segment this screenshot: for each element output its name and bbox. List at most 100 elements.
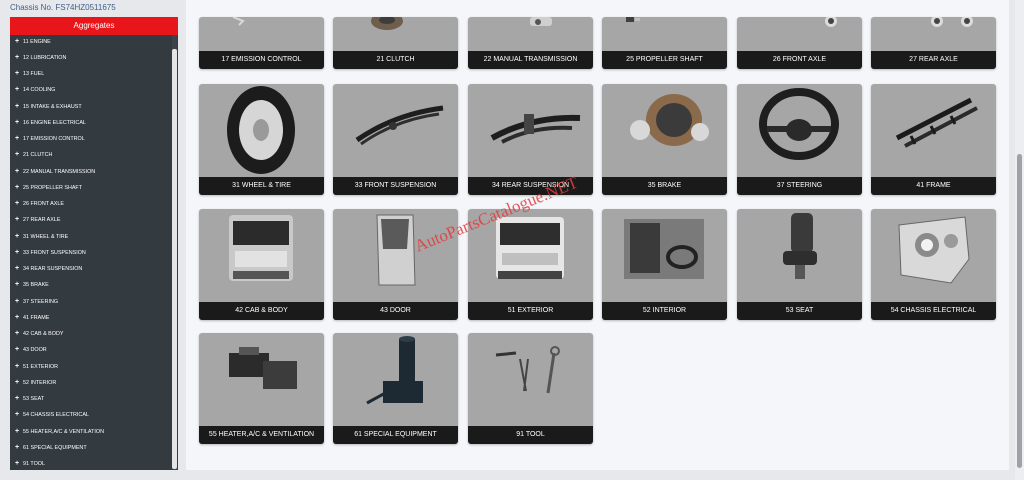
- expand-plus-icon[interactable]: +: [13, 295, 21, 309]
- expand-plus-icon[interactable]: +: [13, 67, 21, 81]
- expand-plus-icon[interactable]: +: [13, 181, 21, 195]
- sidebar-item-label: 27 REAR AXLE: [23, 217, 61, 223]
- sidebar-item-cab-body[interactable]: +42 CAB & BODY: [10, 327, 172, 341]
- sidebar-item-cooling[interactable]: +14 COOLING: [10, 83, 172, 97]
- expand-plus-icon[interactable]: +: [13, 230, 21, 244]
- aggregate-grid: 17 EMISSION CONTROL 21 CLUTCH 22 MANUAL …: [186, 0, 1009, 470]
- sidebar-item-exterior[interactable]: +51 EXTERIOR: [10, 360, 172, 374]
- door-icon: [376, 214, 416, 286]
- tile-label: 21 CLUTCH: [333, 51, 458, 69]
- tile-emission-control[interactable]: 17 EMISSION CONTROL: [199, 17, 324, 69]
- tile-label: 35 BRAKE: [602, 177, 727, 195]
- sidebar-item-steering[interactable]: +37 STEERING: [10, 295, 172, 309]
- tile-label: 54 CHASSIS ELECTRICAL: [871, 302, 996, 320]
- tile-front-axle[interactable]: 26 FRONT AXLE: [737, 17, 862, 69]
- tile-label: 17 EMISSION CONTROL: [199, 51, 324, 69]
- tile-rear-axle[interactable]: 27 REAR AXLE: [871, 17, 996, 69]
- tile-brake[interactable]: 35 BRAKE: [602, 84, 727, 195]
- expand-plus-icon[interactable]: +: [13, 408, 21, 422]
- expand-plus-icon[interactable]: +: [13, 148, 21, 162]
- tile-special-equipment[interactable]: 61 SPECIAL EQUIPMENT: [333, 333, 458, 444]
- tile-clutch[interactable]: 21 CLUTCH: [333, 17, 458, 69]
- sidebar-item-engine[interactable]: +11 ENGINE: [10, 35, 172, 49]
- sidebar-item-rear-suspension[interactable]: +34 REAR SUSPENSION: [10, 262, 172, 276]
- tile-propeller-shaft[interactable]: 25 PROPELLER SHAFT: [602, 17, 727, 69]
- sidebar-item-label: 11 ENGINE: [23, 39, 51, 45]
- expand-plus-icon[interactable]: +: [13, 83, 21, 97]
- expand-plus-icon[interactable]: +: [13, 51, 21, 65]
- sidebar-item-special-equipment[interactable]: +61 SPECIAL EQUIPMENT: [10, 441, 172, 455]
- sidebar-item-propeller-shaft[interactable]: +25 PROPELLER SHAFT: [10, 181, 172, 195]
- wheel-tire-icon: [227, 86, 295, 174]
- tile-interior[interactable]: 52 INTERIOR: [602, 209, 727, 320]
- expand-plus-icon[interactable]: +: [13, 441, 21, 455]
- sidebar-item-door[interactable]: +43 DOOR: [10, 343, 172, 357]
- tile-cab-body[interactable]: 42 CAB & BODY: [199, 209, 324, 320]
- tile-manual-transmission[interactable]: 22 MANUAL TRANSMISSION: [468, 17, 593, 69]
- heater-unit-icon: [229, 347, 297, 389]
- sidebar-item-emission-control[interactable]: +17 EMISSION CONTROL: [10, 132, 172, 146]
- expand-plus-icon[interactable]: +: [13, 392, 21, 406]
- sidebar-item-engine-electrical[interactable]: +16 ENGINE ELECTRICAL: [10, 116, 172, 130]
- sidebar-item-label: 54 CHASSIS ELECTRICAL: [23, 412, 89, 418]
- sidebar-item-front-suspension[interactable]: +33 FRONT SUSPENSION: [10, 246, 172, 260]
- expand-plus-icon[interactable]: +: [13, 327, 21, 341]
- expand-plus-icon[interactable]: +: [13, 100, 21, 114]
- expand-plus-icon[interactable]: +: [13, 457, 21, 470]
- tile-steering[interactable]: 37 STEERING: [737, 84, 862, 195]
- frame-icon: [895, 97, 978, 148]
- expand-plus-icon[interactable]: +: [13, 116, 21, 130]
- expand-plus-icon[interactable]: +: [13, 165, 21, 179]
- main-scrollbar-thumb[interactable]: [1017, 154, 1022, 468]
- sidebar-item-intake-exhaust[interactable]: +15 INTAKE & EXHAUST: [10, 100, 172, 114]
- sidebar-item-label: 43 DOOR: [23, 347, 47, 353]
- sidebar-title: Aggregates: [10, 17, 178, 35]
- cab-body-icon: [229, 215, 293, 281]
- tile-tool[interactable]: 91 TOOL: [468, 333, 593, 444]
- tile-label: 61 SPECIAL EQUIPMENT: [333, 426, 458, 444]
- expand-plus-icon[interactable]: +: [13, 343, 21, 357]
- sidebar-item-interior[interactable]: +52 INTERIOR: [10, 376, 172, 390]
- sidebar-item-label: 15 INTAKE & EXHAUST: [23, 104, 82, 110]
- expand-plus-icon[interactable]: +: [13, 35, 21, 49]
- sidebar-item-seat[interactable]: +53 SEAT: [10, 392, 172, 406]
- expand-plus-icon[interactable]: +: [13, 262, 21, 276]
- expand-plus-icon[interactable]: +: [13, 425, 21, 439]
- sidebar-item-label: 21 CLUTCH: [23, 152, 53, 158]
- sidebar-item-chassis-electrical[interactable]: +54 CHASSIS ELECTRICAL: [10, 408, 172, 422]
- sidebar-item-tool[interactable]: +91 TOOL: [10, 457, 172, 470]
- tile-frame[interactable]: 41 FRAME: [871, 84, 996, 195]
- expand-plus-icon[interactable]: +: [13, 278, 21, 292]
- expand-plus-icon[interactable]: +: [13, 311, 21, 325]
- emission-control-icon: [232, 17, 245, 26]
- sidebar-item-frame[interactable]: +41 FRAME: [10, 311, 172, 325]
- sidebar-item-front-axle[interactable]: +26 FRONT AXLE: [10, 197, 172, 211]
- sidebar-item-wheel-tire[interactable]: +31 WHEEL & TIRE: [10, 230, 172, 244]
- tile-heater-ac-ventilation[interactable]: 55 HEATER,A/C & VENTILATION: [199, 333, 324, 444]
- tile-front-suspension[interactable]: 33 FRONT SUSPENSION: [333, 84, 458, 195]
- sidebar-item-label: 13 FUEL: [23, 71, 45, 77]
- tile-label: 52 INTERIOR: [602, 302, 727, 320]
- sidebar-scrollbar-thumb[interactable]: [172, 49, 177, 469]
- expand-plus-icon[interactable]: +: [13, 197, 21, 211]
- expand-plus-icon[interactable]: +: [13, 213, 21, 227]
- expand-plus-icon[interactable]: +: [13, 132, 21, 146]
- sidebar-item-fuel[interactable]: +13 FUEL: [10, 67, 172, 81]
- sidebar-item-rear-axle[interactable]: +27 REAR AXLE: [10, 213, 172, 227]
- expand-plus-icon[interactable]: +: [13, 376, 21, 390]
- sidebar-item-lubrication[interactable]: +12 LUBRICATION: [10, 51, 172, 65]
- tile-label: 41 FRAME: [871, 177, 996, 195]
- seat-icon: [783, 213, 817, 279]
- sidebar-item-label: 17 EMISSION CONTROL: [23, 136, 85, 142]
- sidebar-item-label: 91 TOOL: [23, 461, 45, 467]
- sidebar-item-clutch[interactable]: +21 CLUTCH: [10, 148, 172, 162]
- expand-plus-icon[interactable]: +: [13, 246, 21, 260]
- expand-plus-icon[interactable]: +: [13, 360, 21, 374]
- sidebar-item-heater-ac-ventilation[interactable]: +55 HEATER,A/C & VENTILATION: [10, 425, 172, 439]
- tile-wheel-tire[interactable]: 31 WHEEL & TIRE: [199, 84, 324, 195]
- sidebar-item-brake[interactable]: +35 BRAKE: [10, 278, 172, 292]
- brake-icon: [630, 94, 709, 146]
- tile-chassis-electrical[interactable]: 54 CHASSIS ELECTRICAL: [871, 209, 996, 320]
- tile-seat[interactable]: 53 SEAT: [737, 209, 862, 320]
- sidebar-item-manual-transmission[interactable]: +22 MANUAL TRANSMISSION: [10, 165, 172, 179]
